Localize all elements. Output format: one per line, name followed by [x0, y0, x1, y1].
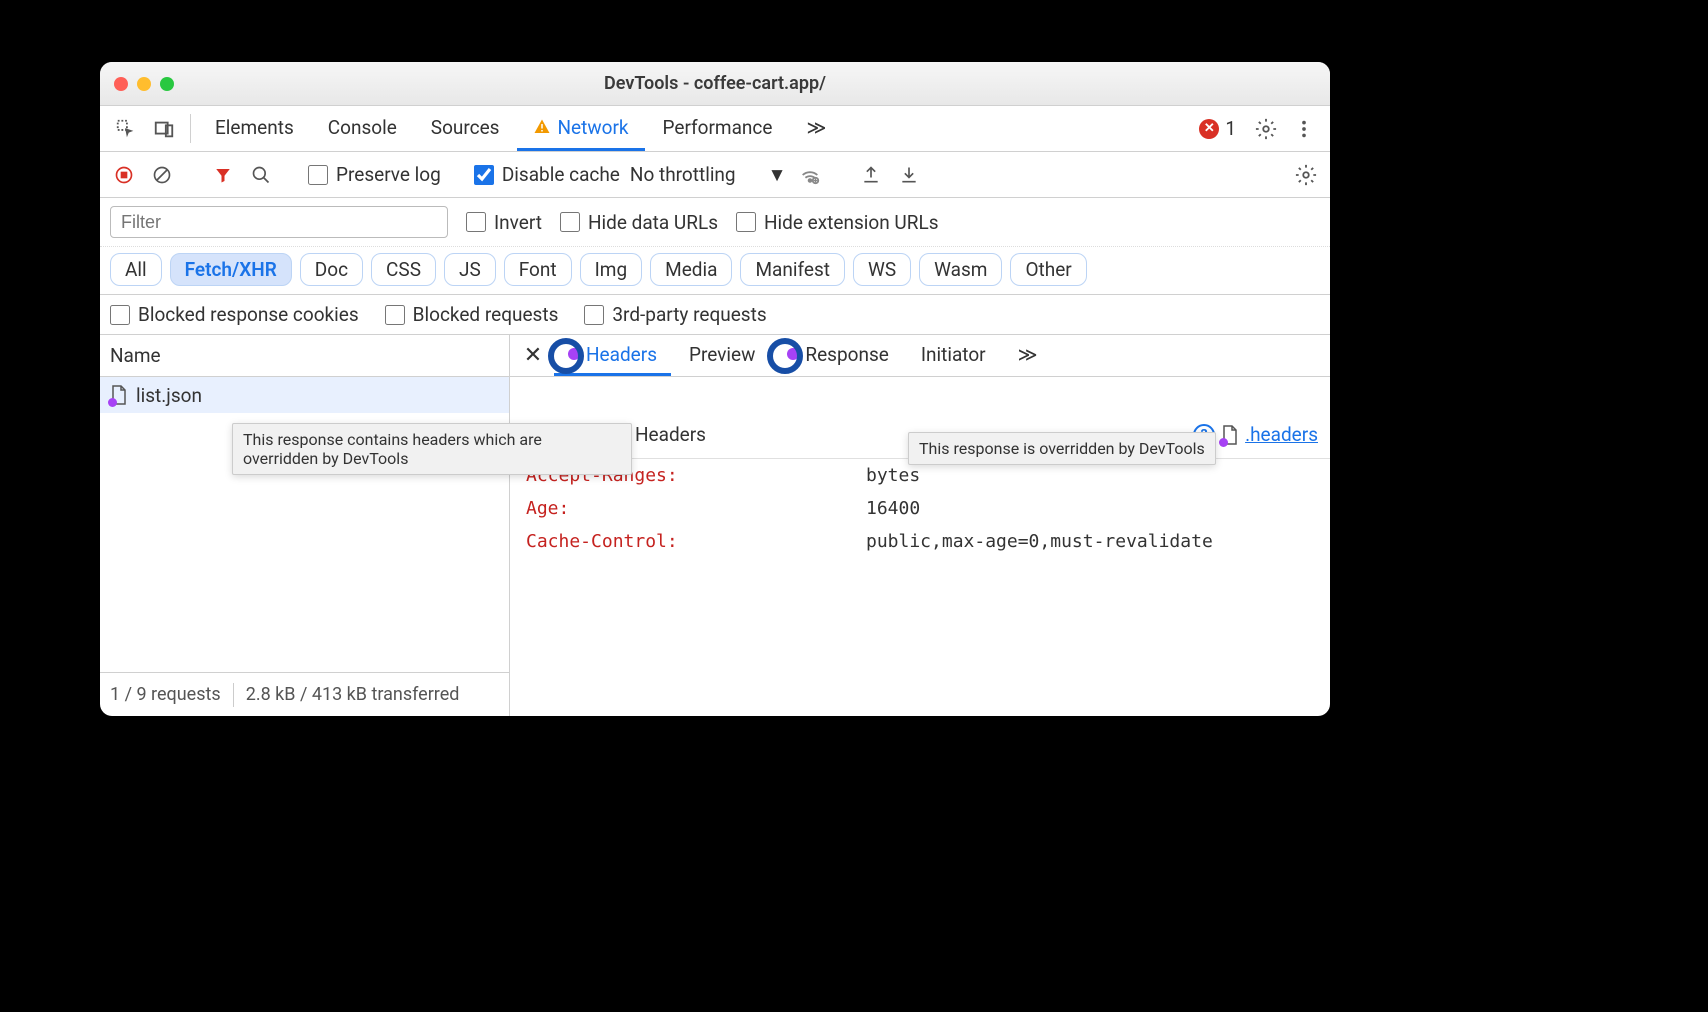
network-settings-icon[interactable]: [1292, 161, 1320, 189]
device-toolbar-icon[interactable]: [146, 106, 182, 151]
content-split: Name list.json 1 / 9 requests 2.8 kB / 4…: [100, 335, 1330, 716]
filter-pill-font[interactable]: Font: [504, 253, 572, 286]
blocked-requests-checkbox[interactable]: Blocked requests: [385, 303, 559, 326]
header-row: Age:16400: [510, 492, 1330, 525]
header-name: Age:: [526, 498, 866, 519]
tab-performance[interactable]: Performance: [647, 106, 789, 151]
search-icon[interactable]: [247, 161, 275, 189]
detail-tabs: ✕ Headers Preview Response Initiator ≫: [510, 335, 1330, 377]
close-detail-button[interactable]: ✕: [516, 335, 550, 376]
tab-elements[interactable]: Elements: [199, 106, 310, 151]
error-icon: ✕: [1199, 119, 1219, 139]
detail-content: ▼ Response Headers ? .headers Accept-Ran…: [510, 377, 1330, 716]
filter-pill-wasm[interactable]: Wasm: [919, 253, 1002, 286]
throttling-select[interactable]: No throttling ▼: [630, 163, 787, 187]
settings-icon[interactable]: [1248, 106, 1284, 151]
warning-icon: [533, 118, 551, 136]
tab-response[interactable]: Response: [773, 335, 902, 376]
chevron-down-icon: ▼: [768, 163, 787, 187]
transfer-size: 2.8 kB / 413 kB transferred: [246, 684, 460, 705]
filter-pill-js[interactable]: JS: [444, 253, 496, 286]
blocked-cookies-checkbox[interactable]: Blocked response cookies: [110, 303, 359, 326]
request-list: Name list.json 1 / 9 requests 2.8 kB / 4…: [100, 335, 510, 716]
zoom-window-button[interactable]: [160, 77, 174, 91]
filter-pill-ws[interactable]: WS: [853, 253, 911, 286]
highlight-ring-icon: [767, 338, 803, 374]
file-icon: [110, 385, 128, 405]
file-icon: [1221, 425, 1239, 445]
panel-tabs: Elements Console Sources Network Perform…: [100, 106, 1330, 152]
request-name: list.json: [136, 384, 202, 407]
tab-initiator[interactable]: Initiator: [907, 335, 1000, 376]
third-party-checkbox[interactable]: 3rd-party requests: [584, 303, 766, 326]
header-name: Cache-Control:: [526, 531, 866, 552]
download-icon[interactable]: [895, 161, 923, 189]
inspect-element-icon[interactable]: [108, 106, 144, 151]
tooltip-headers-override: This response contains headers which are…: [232, 423, 632, 475]
filter-input[interactable]: [110, 206, 448, 238]
tab-console[interactable]: Console: [312, 106, 413, 151]
error-badge[interactable]: ✕ 1: [1189, 106, 1246, 151]
filter-pill-manifest[interactable]: Manifest: [740, 253, 845, 286]
header-value: public,max-age=0,must-revalidate: [866, 531, 1314, 552]
header-value: bytes: [866, 465, 1314, 486]
invert-checkbox[interactable]: Invert: [466, 211, 542, 234]
title-bar: DevTools - coffee-cart.app/: [100, 62, 1330, 106]
devtools-window: DevTools - coffee-cart.app/ Elements Con…: [100, 62, 1330, 716]
detail-tabs-more[interactable]: ≫: [1004, 335, 1052, 376]
resource-type-filters: AllFetch/XHRDocCSSJSFontImgMediaManifest…: [100, 247, 1330, 295]
extra-filters: Blocked response cookies Blocked request…: [100, 295, 1330, 335]
filter-bar: Invert Hide data URLs Hide extension URL…: [100, 198, 1330, 247]
minimize-window-button[interactable]: [137, 77, 151, 91]
tab-headers[interactable]: Headers: [554, 335, 671, 376]
filter-pill-fetchxhr[interactable]: Fetch/XHR: [170, 253, 292, 286]
column-header-name[interactable]: Name: [100, 335, 509, 377]
hide-data-urls-checkbox[interactable]: Hide data URLs: [560, 211, 718, 234]
filter-pill-css[interactable]: CSS: [371, 253, 436, 286]
upload-icon[interactable]: [857, 161, 885, 189]
request-count: 1 / 9 requests: [110, 684, 221, 705]
status-bar: 1 / 9 requests 2.8 kB / 413 kB transferr…: [100, 672, 509, 716]
clear-button[interactable]: [148, 161, 176, 189]
header-value: 16400: [866, 498, 1314, 519]
tab-preview[interactable]: Preview: [675, 335, 769, 376]
filter-pill-other[interactable]: Other: [1010, 253, 1086, 286]
filter-icon[interactable]: [209, 161, 237, 189]
record-button[interactable]: [110, 161, 138, 189]
network-conditions-icon[interactable]: [796, 161, 824, 189]
filter-pill-img[interactable]: Img: [580, 253, 643, 286]
window-title: DevTools - coffee-cart.app/: [100, 73, 1330, 94]
traffic-lights: [100, 77, 174, 91]
tooltip-response-override: This response is overridden by DevTools: [908, 432, 1216, 465]
header-row: Cache-Control:public,max-age=0,must-reva…: [510, 525, 1330, 558]
detail-panel: ✕ Headers Preview Response Initiator ≫: [510, 335, 1330, 716]
preserve-log-checkbox[interactable]: Preserve log: [308, 163, 441, 186]
disable-cache-checkbox[interactable]: Disable cache: [474, 163, 620, 186]
filter-pill-media[interactable]: Media: [650, 253, 732, 286]
filter-pill-all[interactable]: All: [110, 253, 162, 286]
tabs-more[interactable]: ≫: [790, 106, 842, 151]
request-row[interactable]: list.json: [100, 377, 509, 413]
close-window-button[interactable]: [114, 77, 128, 91]
kebab-menu-icon[interactable]: [1286, 106, 1322, 151]
highlight-ring-icon: [548, 338, 584, 374]
tab-network[interactable]: Network: [517, 106, 644, 151]
filter-pill-doc[interactable]: Doc: [300, 253, 363, 286]
network-toolbar: Preserve log Disable cache No throttling…: [100, 152, 1330, 198]
tab-sources[interactable]: Sources: [415, 106, 516, 151]
hide-extension-urls-checkbox[interactable]: Hide extension URLs: [736, 211, 939, 234]
